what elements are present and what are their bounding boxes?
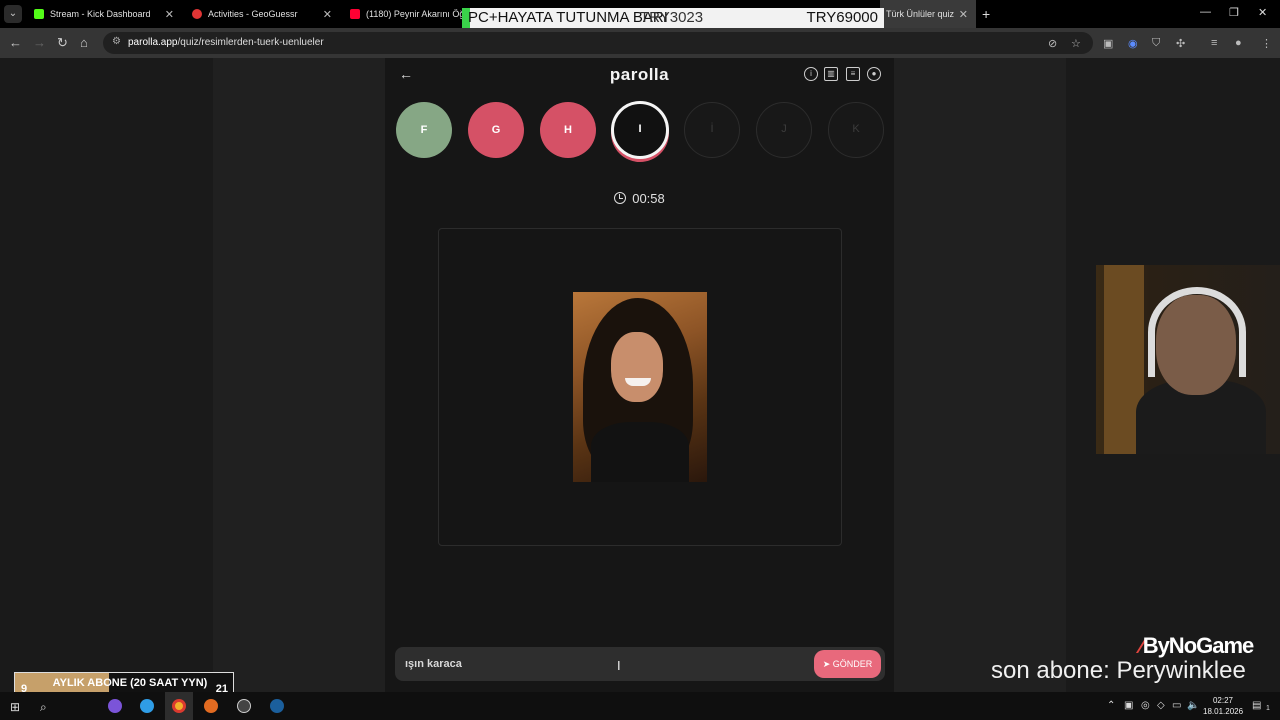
obs-icon[interactable] [237, 699, 251, 713]
new-tab-plus-icon[interactable]: + [982, 6, 990, 22]
url-host: parolla.app [128, 37, 178, 48]
stream-brand-logo: ⁄ByNoGame [1140, 633, 1255, 659]
tab-title: Stream - Kick Dashboard [50, 9, 151, 19]
answer-input[interactable] [405, 655, 785, 673]
tab-kick-dashboard[interactable]: Stream - Kick Dashboard ✕ [26, 0, 182, 28]
tab-title: Activities - GeoGuessr [208, 9, 298, 19]
goal-target: TRY69000 [806, 9, 878, 26]
home-icon[interactable]: ⌂ [80, 35, 88, 50]
send-button[interactable]: ➤ GÖNDER [814, 650, 881, 678]
minimize-icon[interactable]: — [1200, 6, 1211, 18]
donation-goal-banner: PC+HAYATA TUTUNMA BARI TRY3023 TRY69000 [462, 8, 884, 28]
youtube-favicon-icon [350, 9, 360, 19]
address-bar[interactable]: ⚙ parolla.app/quiz/resimlerden-tuerk-uen… [103, 32, 1093, 54]
photo-face-shape [611, 332, 663, 402]
photo-clothing-shape [591, 422, 689, 482]
left-gutter [213, 58, 385, 692]
clock-date: 18.01.2026 [1203, 707, 1244, 716]
windows-start-icon[interactable]: ⊞ [10, 700, 20, 714]
close-tab-icon[interactable]: ✕ [959, 8, 968, 21]
photo-smile-shape [625, 378, 651, 386]
browser-toolbar: ← → ↻ ⌂ ⚙ parolla.app/quiz/resimlerden-t… [0, 28, 1280, 58]
webcam-feed [1096, 265, 1280, 454]
firefox-icon[interactable] [204, 699, 218, 713]
windows-taskbar: ⊞ ⌕ ⌃ ▣ ◎ ◇ ▭ 🔈 02:27 18.01.2026 ▤ 1 [0, 692, 1280, 720]
tab-parolla-active[interactable]: Türk Ünlüler quiz ✕ [880, 0, 976, 28]
shield-icon[interactable]: ⛉ [1152, 37, 1160, 50]
goal-title: PC+HAYATA TUTUNMA BARI [468, 9, 668, 26]
user-account-icon[interactable]: ● [867, 67, 881, 81]
tab-title: (1180) Peynir Akarını Öğren [366, 9, 462, 19]
feedback-icon[interactable]: ≡ [846, 67, 860, 81]
geoguessr-favicon-icon [192, 9, 202, 19]
network-icon[interactable]: ▭ [1172, 700, 1181, 711]
url-path: /quiz/resimlerden-tuerk-uenlueler [177, 37, 324, 48]
letter-circle-j: J [756, 102, 812, 158]
celebrity-photo [573, 292, 707, 482]
restore-icon[interactable]: ❐ [1229, 6, 1239, 19]
info-icon[interactable]: i [804, 67, 818, 81]
letter-circle-f: F [396, 102, 452, 158]
letter-circle-i-dotted: İ [684, 102, 740, 158]
system-clock[interactable]: 02:27 18.01.2026 [1203, 695, 1243, 717]
kick-favicon-icon [34, 9, 44, 19]
last-subscriber: son abone: Perywinklee [991, 657, 1246, 684]
url-text[interactable]: parolla.app/quiz/resimlerden-tuerk-uenlu… [128, 37, 324, 48]
steam-icon[interactable] [270, 699, 284, 713]
tab-title: Türk Ünlüler quiz [886, 9, 955, 19]
taskbar-app-icon[interactable] [108, 699, 122, 713]
tab-search-chevron-icon[interactable]: ⌄ [4, 5, 22, 23]
letter-circle-h: H [540, 102, 596, 158]
text-cursor-icon: I [617, 658, 621, 673]
eye-off-icon[interactable]: ⊘ [1048, 37, 1057, 50]
edge-icon[interactable] [140, 699, 154, 713]
letter-circle-g: G [468, 102, 524, 158]
volume-icon[interactable]: 🔈 [1187, 700, 1199, 711]
tab-geoguessr[interactable]: Activities - GeoGuessr ✕ [184, 0, 340, 28]
countdown-timer: 00:58 [385, 191, 894, 206]
right-gutter [894, 58, 1066, 692]
tray-app-icon[interactable]: ◇ [1157, 700, 1165, 711]
letter-circle-i-current: I [611, 101, 669, 159]
send-icon: ➤ [822, 659, 831, 669]
brand-text: ByNoGame [1142, 633, 1255, 658]
site-info-icon[interactable]: ⚙ [112, 36, 121, 47]
tray-app-icon[interactable]: ▣ [1124, 700, 1133, 711]
clock-time: 02:27 [1212, 696, 1234, 705]
tray-overflow-icon[interactable]: ⌃ [1107, 700, 1115, 711]
parolla-app: ← parolla i ▥ ≡ ● F G H I İ J K 00:58 ➤ … [385, 58, 894, 692]
tray-app-icon[interactable]: ◎ [1141, 700, 1150, 711]
letter-circle-k: K [828, 102, 884, 158]
close-tab-icon[interactable]: ✕ [165, 8, 174, 21]
clock-icon [614, 192, 627, 204]
tab-youtube[interactable]: (1180) Peynir Akarını Öğren [342, 0, 462, 28]
forward-arrow-icon[interactable]: → [33, 35, 46, 50]
notification-count: 1 [1266, 705, 1270, 712]
notifications-icon[interactable]: ▤ [1252, 700, 1261, 711]
extension-icon[interactable]: ◉ [1128, 37, 1138, 50]
chrome-icon[interactable] [172, 699, 186, 713]
answer-bar: ➤ GÖNDER [395, 647, 885, 681]
puzzle-icon[interactable]: ✣ [1176, 37, 1185, 50]
send-label: GÖNDER [832, 659, 873, 669]
close-tab-icon[interactable]: ✕ [323, 8, 332, 21]
taskbar-search-icon[interactable]: ⌕ [40, 700, 47, 715]
timer-value: 00:58 [632, 191, 665, 206]
close-window-icon[interactable]: ✕ [1258, 6, 1267, 19]
goal-current: TRY3023 [640, 9, 704, 26]
sub-goal-label: AYLIK ABONE (20 SAAT YYN) [52, 677, 208, 689]
extension-icon[interactable]: ▣ [1103, 37, 1113, 50]
leaderboard-icon[interactable]: ▥ [824, 67, 838, 81]
browser-menu-icon[interactable]: ⋮ [1261, 37, 1272, 50]
headphones-shape [1148, 287, 1246, 377]
media-controls-icon[interactable]: ≡ [1211, 37, 1217, 49]
reload-icon[interactable]: ↻ [57, 35, 68, 51]
profile-avatar-icon[interactable]: ● [1235, 37, 1242, 49]
bookmark-star-icon[interactable]: ☆ [1071, 37, 1081, 50]
app-header: ← parolla i ▥ ≡ ● [385, 58, 894, 92]
question-image-card [438, 228, 842, 546]
back-arrow-icon[interactable]: ← [9, 35, 22, 50]
